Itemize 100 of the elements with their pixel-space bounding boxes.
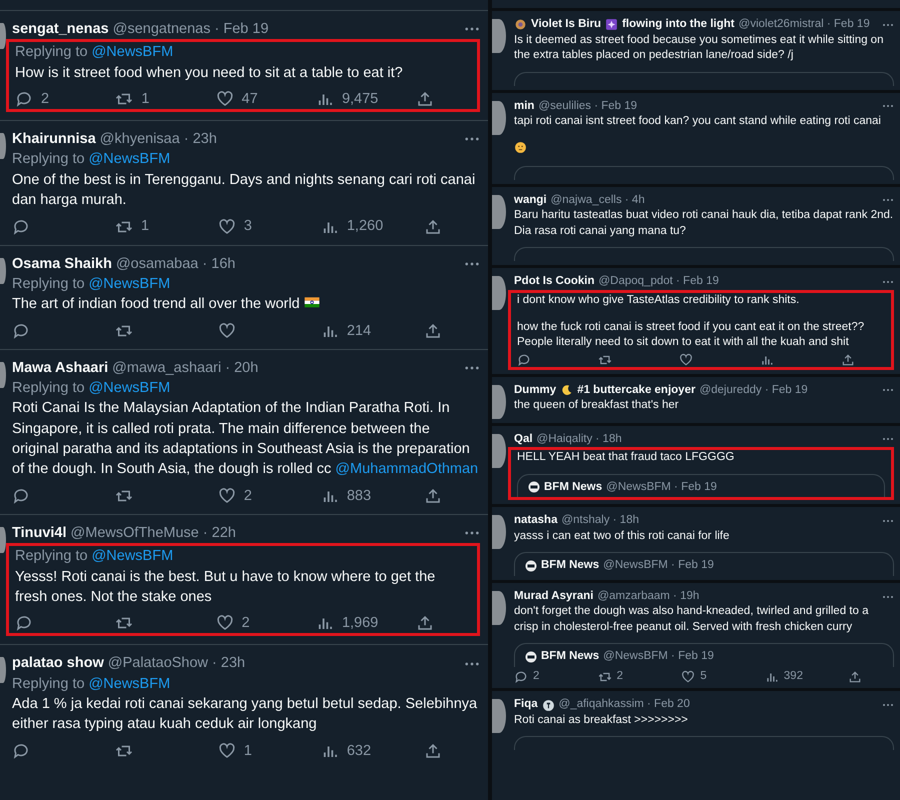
avatar[interactable] (0, 23, 6, 49)
share-icon[interactable] (840, 352, 855, 367)
news-logo-icon (525, 651, 537, 664)
quote-author: BFM News (541, 649, 600, 664)
action-count: 883 (346, 486, 372, 506)
reply-icon[interactable] (12, 218, 30, 236)
user-name[interactable]: sengat_nenas (12, 19, 109, 40)
user-name[interactable]: Khairunnisa (12, 129, 96, 150)
share-icon[interactable] (416, 90, 434, 108)
reply-icon[interactable] (15, 90, 33, 108)
reply-icon[interactable] (12, 486, 30, 505)
user-name[interactable]: palatao show (12, 653, 104, 674)
tweet-text: Roti canai as breakfast >>>>>>>> (514, 712, 689, 728)
reply-context: Replying to @NewsBFM (12, 150, 172, 170)
heart-icon[interactable] (216, 90, 234, 108)
avatar[interactable] (0, 526, 6, 553)
handle-and-time: @khyenisaa · 23h (100, 130, 217, 150)
user-name[interactable]: flowing into the light (622, 17, 735, 33)
quote-handle-and-time: @NewsBFM · Feb 19 (606, 480, 717, 495)
action-count: 1,969 (342, 614, 378, 634)
user-name[interactable]: Osama Shaikh (12, 254, 112, 274)
heart-icon[interactable] (218, 218, 236, 236)
tweet-text: Ada 1 % ja kedai roti canai sekarang yang betul betul sedap. Selebihnya either rasa typing atau kuah ceduk air longkang (12, 695, 478, 734)
quote-author: BFM News (544, 480, 602, 495)
quote-author: BFM News (541, 558, 600, 574)
action-count: 3 (244, 217, 252, 236)
mention-link[interactable]: @NewsBFM (88, 676, 170, 692)
avatar[interactable] (492, 276, 506, 310)
avatar[interactable] (492, 434, 506, 468)
heart-icon[interactable] (678, 352, 693, 367)
handle-and-time: @amzarbaam · 19h (597, 588, 700, 604)
action-count: 2 (616, 668, 623, 684)
user-name[interactable]: Pdot Is Cookin (514, 274, 594, 290)
reply-context: Replying to @NewsBFM (15, 43, 174, 62)
mention-link[interactable]: @NewsBFM (88, 380, 170, 396)
user-name[interactable]: Qal (514, 432, 533, 448)
mention-link[interactable]: @NewsBFM (88, 151, 170, 168)
user-name[interactable]: Tinuvi4l (12, 522, 67, 544)
mention-link[interactable]: @NewsBFM (92, 548, 174, 564)
mention-link[interactable]: @NewsBFM (88, 276, 170, 292)
action-count: 2 (533, 668, 540, 684)
avatar[interactable] (492, 384, 506, 419)
handle-and-time: @violet26mistral · Feb 19 (738, 17, 870, 32)
handle-and-time: @mawa_ashaari · 20h (112, 358, 258, 378)
action-count: 1 (244, 742, 252, 761)
reply-context: Replying to @NewsBFM (12, 379, 172, 398)
avatar[interactable] (0, 258, 6, 284)
reply-icon[interactable] (517, 352, 531, 367)
quote-card[interactable]: BFM News @NewsBFM · Feb 19 (517, 474, 885, 498)
user-name[interactable]: Violet Is Biru (531, 17, 602, 33)
user-name[interactable]: #1 buttercake enjoyer (577, 382, 696, 398)
mention-link[interactable]: @MuhammadOthman (335, 461, 478, 478)
action-count: 392 (784, 668, 803, 684)
avatar[interactable] (0, 362, 6, 388)
reply-icon[interactable] (12, 742, 30, 760)
avatar[interactable] (492, 515, 506, 550)
user-name[interactable]: Fiqa (514, 697, 538, 713)
share-icon[interactable] (424, 742, 442, 760)
avatar[interactable] (492, 194, 506, 229)
handle-and-time: @sengatnenas · Feb 19 (112, 20, 269, 39)
action-count: 2 (244, 486, 252, 506)
reply-icon[interactable] (15, 614, 33, 632)
user-name[interactable]: wangi (514, 192, 547, 208)
heart-icon[interactable] (218, 322, 236, 340)
share-icon[interactable] (416, 614, 434, 632)
quote-card[interactable]: BFM News @NewsBFM · Feb 19 (514, 643, 894, 667)
reply-icon[interactable] (514, 670, 528, 684)
quote-card[interactable]: BFM News @NewsBFM · Feb 19 (514, 552, 894, 576)
user-name[interactable]: min (514, 98, 534, 114)
heart-icon[interactable] (216, 614, 234, 632)
sparkle-icon (605, 18, 618, 32)
action-count: 5 (700, 668, 707, 684)
heart-icon[interactable] (218, 486, 236, 505)
user-name[interactable]: Mawa Ashaari (12, 358, 108, 378)
handle-and-time: @dejureddy · Feb 19 (699, 382, 808, 398)
avatar[interactable] (492, 100, 506, 135)
user-name[interactable]: Murad Asyrani (514, 588, 594, 604)
avatar[interactable] (492, 19, 506, 53)
handle-and-time: @_afiqahkassim · Feb 20 (558, 697, 690, 712)
share-icon[interactable] (424, 218, 442, 236)
share-icon[interactable] (424, 322, 442, 340)
user-name[interactable]: Dummy (514, 382, 556, 398)
share-icon[interactable] (424, 486, 442, 505)
mention-link[interactable]: @NewsBFM (92, 44, 174, 60)
avatar[interactable] (0, 133, 6, 160)
heart-icon[interactable] (681, 670, 696, 684)
avatar[interactable] (0, 657, 6, 684)
heart-icon[interactable] (218, 742, 236, 760)
handle-and-time: @Dapoq_pdot · Feb 19 (598, 274, 719, 290)
share-icon[interactable] (848, 670, 862, 684)
news-logo-icon (525, 560, 537, 572)
reply-context: Replying to @NewsBFM (12, 674, 172, 694)
action-count: 214 (346, 322, 372, 341)
avatar[interactable] (492, 590, 506, 625)
reply-icon[interactable] (12, 322, 30, 340)
tweet-text: tapi roti canai isnt street food kan? you cant stand while eating roti canai (514, 114, 882, 130)
user-name[interactable]: natasha (514, 513, 558, 529)
circled-badge-icon (542, 698, 555, 712)
avatar[interactable] (492, 699, 506, 734)
moon-icon (560, 384, 574, 397)
